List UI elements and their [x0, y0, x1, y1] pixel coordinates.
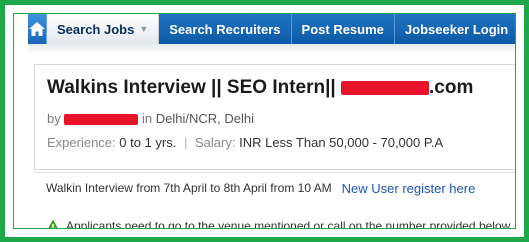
by-label: by — [47, 111, 61, 126]
redacted-recruiter[interactable] — [64, 114, 139, 126]
job-card: Walkins Interview || SEO Intern|| .com b… — [34, 64, 515, 170]
in-label: in — [141, 111, 153, 126]
nav-jobseeker-login-label: Jobseeker Login — [404, 21, 509, 37]
job-title-prefix: Walkins Interview || SEO Intern|| — [47, 77, 342, 98]
nav-search-recruiters-label: Search Recruiters — [169, 21, 281, 37]
divider: | — [183, 135, 188, 150]
job-title[interactable]: Walkins Interview || SEO Intern|| .com — [47, 77, 473, 99]
salary-value: INR Less Than 50,000 - 70,000 P.A — [239, 135, 444, 150]
home-button[interactable] — [28, 14, 47, 44]
nav-post-resume-label: Post Resume — [301, 21, 384, 37]
nav-search-jobs[interactable]: Search Jobs ▼ — [47, 14, 160, 44]
highlight-frame: Search Jobs ▼ Search Recruiters Post Res… — [0, 0, 529, 242]
nav-search-jobs-label: Search Jobs — [57, 21, 135, 37]
job-posted-by: by in Delhi/NCR, Delhi — [47, 111, 254, 126]
notice-row: Applicants need to go to the venue menti… — [34, 214, 515, 229]
warning-icon — [46, 219, 60, 228]
register-link[interactable]: New User register here — [342, 181, 476, 196]
main-nav: Search Jobs ▼ Search Recruiters Post Res… — [28, 14, 515, 44]
job-details: Experience: 0 to 1 yrs. | Salary: INR Le… — [47, 135, 443, 150]
nav-jobseeker-login[interactable]: Jobseeker Login — [395, 14, 515, 44]
redacted-company — [341, 80, 430, 95]
walkin-row: Walkin Interview from 7th April to 8th A… — [34, 172, 515, 203]
walkin-text: Walkin Interview from 7th April to 8th A… — [46, 181, 332, 195]
nav-post-resume[interactable]: Post Resume — [292, 14, 395, 44]
notice-text: Applicants need to go to the venue menti… — [66, 219, 511, 229]
salary-label: Salary: — [195, 135, 236, 150]
job-location[interactable]: Delhi/NCR, Delhi — [156, 111, 254, 126]
page-viewport: Search Jobs ▼ Search Recruiters Post Res… — [13, 13, 516, 229]
job-title-suffix: .com — [429, 77, 474, 98]
home-icon — [29, 22, 45, 36]
caret-down-icon: ▼ — [139, 24, 149, 34]
experience-value: 0 to 1 yrs. — [119, 135, 177, 150]
nav-shadow — [28, 44, 515, 54]
nav-search-recruiters[interactable]: Search Recruiters — [159, 14, 292, 44]
experience-label: Experience: — [47, 135, 116, 150]
